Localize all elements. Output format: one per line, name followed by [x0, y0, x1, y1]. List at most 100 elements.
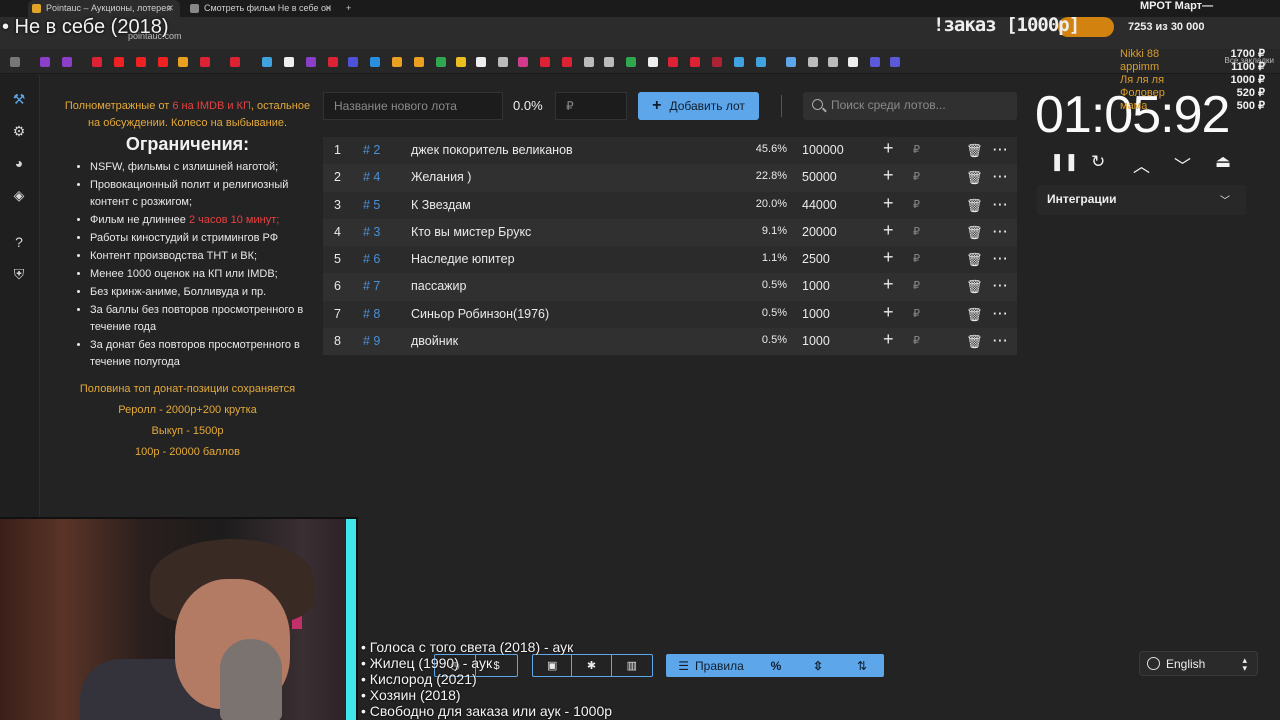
trash-icon[interactable]: 🗑	[966, 334, 983, 350]
help-icon[interactable]: ?	[10, 233, 28, 251]
bookmark-icon[interactable]	[262, 57, 272, 67]
trash-icon[interactable]: 🗑	[966, 307, 983, 323]
apps-grid-icon[interactable]	[10, 57, 20, 67]
more-options-icon[interactable]: ···	[993, 198, 1009, 212]
language-select[interactable]: English ▴ ▾	[1139, 651, 1258, 676]
more-options-icon[interactable]: ···	[993, 170, 1009, 184]
bookmark-icon[interactable]	[584, 57, 594, 67]
bookmark-icon[interactable]	[498, 57, 508, 67]
bookmark-icon[interactable]	[828, 57, 838, 67]
bookmark-icon[interactable]	[158, 57, 168, 67]
bookmark-icon[interactable]	[370, 57, 380, 67]
bookmark-icon[interactable]	[562, 57, 572, 67]
trash-icon[interactable]: 🗑	[966, 252, 983, 268]
bookmark-icon[interactable]	[230, 57, 240, 67]
trash-icon[interactable]: 🗑	[966, 225, 983, 241]
ruble-icon[interactable]: ₽	[913, 279, 920, 292]
bookmark-icon[interactable]	[62, 57, 72, 67]
ruble-icon[interactable]: ₽	[913, 198, 920, 211]
settings-gear-icon[interactable]: ⚙	[10, 122, 28, 140]
bookmark-icon[interactable]	[200, 57, 210, 67]
trash-icon[interactable]: 🗑	[966, 170, 983, 186]
bookmark-icon[interactable]	[328, 57, 338, 67]
browser-tab-pointauc[interactable]: Pointauc – Аукционы, лотерея ✕	[28, 0, 180, 17]
add-amount-icon[interactable]: +	[883, 274, 894, 295]
percent-toggle-icon[interactable]: %	[756, 654, 796, 677]
browser-tab-movie[interactable]: Смотреть фильм Не в себе он ✕	[186, 0, 338, 17]
add-amount-icon[interactable]: +	[883, 165, 894, 186]
close-tab-icon[interactable]: ✕	[324, 0, 332, 17]
bookmark-icon[interactable]	[92, 57, 102, 67]
add-amount-icon[interactable]: +	[883, 220, 894, 241]
sort-icon[interactable]: ⇅	[840, 654, 884, 677]
ruble-icon[interactable]: ₽	[913, 170, 920, 183]
bookmark-icon[interactable]	[668, 57, 678, 67]
bookmark-icon[interactable]	[178, 57, 188, 67]
bookmark-icon[interactable]	[808, 57, 818, 67]
bookmark-icon[interactable]	[756, 57, 766, 67]
bookmark-icon[interactable]	[890, 57, 900, 67]
lot-search-input[interactable]: Поиск среди лотов...	[803, 92, 1017, 120]
wheel-pie-icon[interactable]: ◕	[10, 154, 28, 172]
add-lot-button[interactable]: + Добавить лот	[638, 92, 759, 120]
integrations-accordion[interactable]: Интеграции ﹀	[1037, 185, 1246, 215]
bookmark-icon[interactable]	[604, 57, 614, 67]
pause-icon[interactable]: ❚❚	[1050, 152, 1079, 172]
more-options-icon[interactable]: ···	[993, 225, 1009, 239]
trash-icon[interactable]: 🗑	[966, 198, 983, 214]
bookmark-icon[interactable]	[848, 57, 858, 67]
ruble-icon[interactable]: ₽	[913, 143, 920, 156]
bookmark-icon[interactable]	[540, 57, 550, 67]
ruble-icon[interactable]: ₽	[913, 334, 920, 347]
more-options-icon[interactable]: ···	[993, 279, 1009, 293]
bookmark-icon[interactable]	[518, 57, 528, 67]
decrease-time-icon[interactable]: ﹀	[1174, 152, 1191, 177]
close-tab-icon[interactable]: ✕	[166, 0, 174, 17]
clear-list-icon[interactable]: ▥	[612, 655, 652, 676]
ruble-icon[interactable]: ₽	[913, 307, 920, 320]
ruble-icon[interactable]: ₽	[913, 225, 920, 238]
bookmark-icon[interactable]	[712, 57, 722, 67]
new-tab-button[interactable]: +	[344, 0, 360, 17]
bookmark-icon[interactable]	[734, 57, 744, 67]
restriction-item: За баллы без повторов просмотренного в т…	[90, 302, 315, 336]
eject-top-icon[interactable]: ⏏	[1215, 152, 1231, 172]
bookmark-icon[interactable]	[136, 57, 146, 67]
new-lot-name-input[interactable]: Название нового лота	[323, 92, 503, 120]
layers-icon[interactable]: ◈	[10, 186, 28, 204]
add-amount-icon[interactable]: +	[883, 302, 894, 323]
add-amount-icon[interactable]: +	[883, 247, 894, 268]
bookmark-icon[interactable]	[436, 57, 446, 67]
rules-button[interactable]: ☰ Правила	[666, 654, 756, 677]
add-amount-icon[interactable]: +	[883, 329, 894, 350]
compress-icon[interactable]: ⇳	[796, 654, 840, 677]
bookmark-icon[interactable]	[870, 57, 880, 67]
bookmark-icon[interactable]	[648, 57, 658, 67]
reset-icon[interactable]: ↻	[1091, 152, 1105, 172]
bookmark-icon[interactable]	[284, 57, 294, 67]
increase-time-icon[interactable]: ︿	[1133, 152, 1150, 177]
more-options-icon[interactable]: ···	[993, 252, 1009, 266]
ruble-icon[interactable]: ₽	[913, 252, 920, 265]
add-amount-icon[interactable]: +	[883, 138, 894, 159]
bookmark-icon[interactable]	[114, 57, 124, 67]
bookmark-icon[interactable]	[690, 57, 700, 67]
add-amount-icon[interactable]: +	[883, 193, 894, 214]
trash-icon[interactable]: 🗑	[966, 143, 983, 159]
bookmark-icon[interactable]	[40, 57, 50, 67]
more-options-icon[interactable]: ···	[993, 143, 1009, 157]
bookmark-icon[interactable]	[414, 57, 424, 67]
trash-icon[interactable]: 🗑	[966, 279, 983, 295]
bookmark-icon[interactable]	[786, 57, 796, 67]
bookmark-icon[interactable]	[456, 57, 466, 67]
more-options-icon[interactable]: ···	[993, 334, 1009, 348]
bookmark-icon[interactable]	[348, 57, 358, 67]
new-lot-amount-input[interactable]: ₽	[555, 92, 627, 120]
more-options-icon[interactable]: ···	[993, 307, 1009, 321]
bookmark-icon[interactable]	[476, 57, 486, 67]
bookmark-icon[interactable]	[392, 57, 402, 67]
shield-icon[interactable]: ⛨	[10, 265, 28, 283]
bookmark-icon[interactable]	[626, 57, 636, 67]
bookmark-icon[interactable]	[306, 57, 316, 67]
auction-hammer-icon[interactable]: ⚒	[10, 90, 28, 108]
